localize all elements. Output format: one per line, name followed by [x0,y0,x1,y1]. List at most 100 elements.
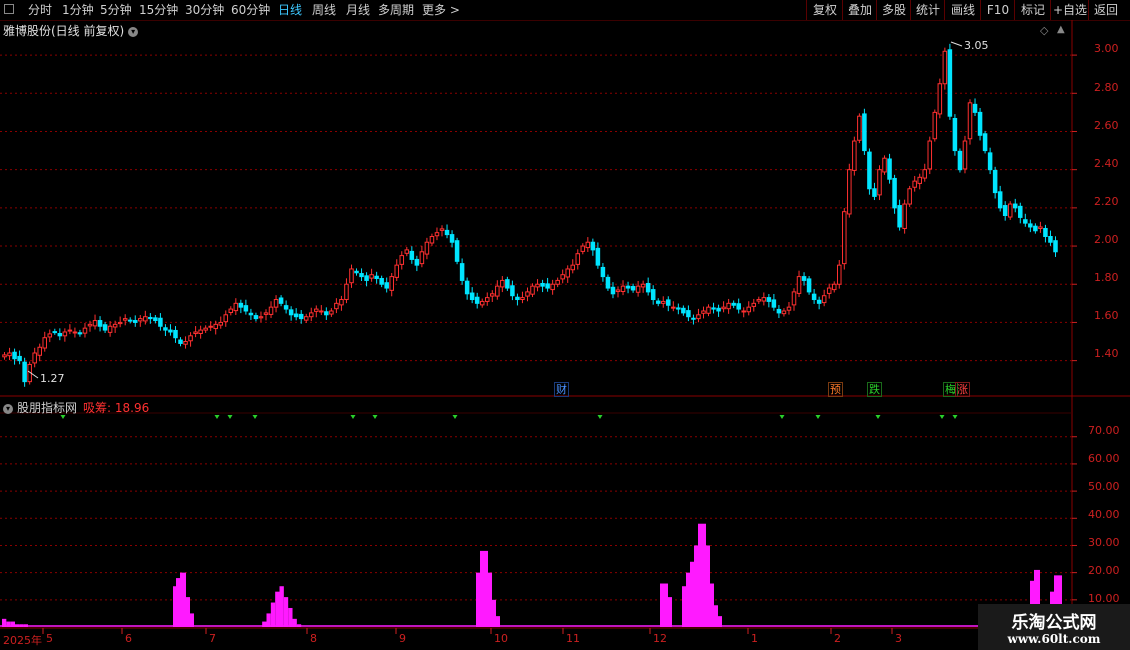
candle-body [484,297,490,302]
candle-body [303,316,309,321]
candle-body [444,229,450,236]
candle-body [671,306,676,309]
candle-body [1033,225,1038,232]
candle-body [163,327,168,331]
indicator-tick: 20.00 [1088,564,1120,577]
candle-body [329,310,334,315]
candle-body [520,297,525,301]
candle-body [1043,227,1048,238]
candle-body [369,274,374,279]
candle-body [32,352,37,364]
indicator-title[interactable]: ▾ 股朋指标网 吸筹: 18.96 [3,399,149,416]
candle-body [474,296,480,304]
candle-body [454,240,460,262]
candle-body [158,317,163,327]
candle-body [585,241,591,249]
candle-body [776,308,782,314]
candle-body [645,282,651,293]
candle-body [796,276,802,294]
candle-body [922,169,928,179]
candle-body [927,140,933,170]
candle-body [77,332,83,335]
candle-body [726,302,731,310]
candle-body [751,302,757,307]
candle-body [283,305,289,310]
candle-body [741,310,746,313]
diamond-icon[interactable]: ◇ [1040,24,1048,37]
candle-body [635,285,641,293]
candle-body [208,325,213,328]
indicator-bar [283,597,289,627]
candle-body [364,275,369,281]
candle-body [213,323,218,330]
kline-chart[interactable] [0,0,1130,650]
candle-body [308,312,314,318]
candle-body [912,180,917,188]
candle-body [62,331,68,337]
candle-body [972,103,978,113]
chevron-down-icon[interactable]: ▾ [3,403,13,414]
candle-body [107,325,113,333]
candle-body [414,258,420,266]
candle-body [630,286,636,291]
chevron-down-icon[interactable]: ▾ [128,26,139,37]
candle-body [278,297,284,304]
candle-body [892,177,897,209]
candle-body [268,306,274,315]
candle-body [419,251,425,265]
candle-body [490,293,495,297]
event-limit-up[interactable]: 涨 [955,382,970,397]
candle-body [872,188,877,197]
candle-body [650,289,656,301]
candle-body [605,276,611,289]
candle-body [535,283,540,288]
signal-marker [597,415,603,419]
price-tick: 2.40 [1094,157,1119,170]
price-tick: 2.60 [1094,119,1119,132]
candle-body [731,302,736,306]
candle-body [334,302,339,310]
candle-body [806,278,812,293]
signal-marker [952,415,958,419]
candle-body [198,329,203,335]
candle-body [409,250,415,260]
candle-body [957,150,963,171]
watermark-logo: 乐淘公式网 www.60lt.com [978,604,1130,650]
event-forecast[interactable]: 预 [828,382,843,397]
candle-body [1053,240,1058,253]
candle-body [37,346,42,356]
caret-up-icon[interactable]: ▲ [1057,24,1065,35]
candle-body [862,113,867,152]
signal-marker [875,415,881,419]
stock-title[interactable]: 雅博股份(日线 前复权) ▾ [3,22,139,39]
candle-body [263,312,269,315]
candle-body [666,299,671,306]
candle-body [716,307,721,312]
candle-body [852,140,857,171]
candle-body [449,234,455,243]
candle-body [575,253,581,265]
event-earnings[interactable]: 财 [554,382,569,397]
candle-body [314,308,319,312]
candle-body [434,232,440,237]
candle-body [831,283,837,291]
candle-body [857,115,862,141]
event-limit-down[interactable]: 跌 [867,382,882,397]
candle-body [882,157,887,173]
candle-body [877,169,882,196]
watermark-title: 乐淘公式网 [1011,613,1097,633]
candle-body [545,283,550,289]
candle-body [87,323,93,327]
candle-body [384,282,389,289]
candle-body [992,169,998,194]
candle-body [816,299,822,304]
price-tick: 2.20 [1094,195,1119,208]
candle-body [173,329,178,339]
x-tick: 12 [653,632,667,645]
candle-body [223,314,229,323]
x-tick: 2025年 [3,634,42,647]
candle-body [515,296,520,301]
candle-body [389,276,394,291]
candle-body [977,111,983,136]
candle-body [52,331,58,334]
